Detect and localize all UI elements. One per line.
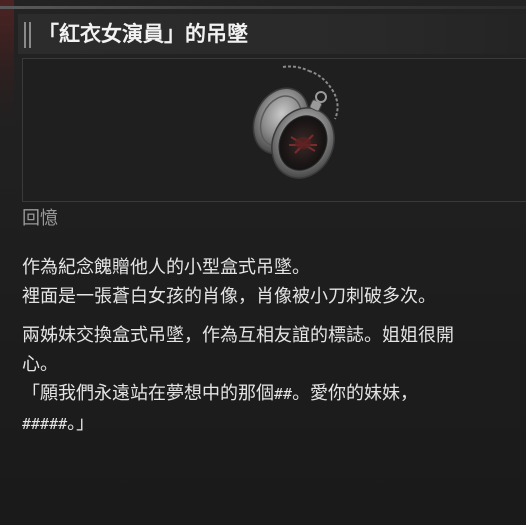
- quote-text: 「願我們永遠站在夢想中的那個: [22, 383, 274, 404]
- quote-text: 。」: [67, 413, 95, 434]
- decorative-streak: [0, 0, 14, 120]
- quote-line: 「願我們永遠站在夢想中的那個##。愛你的妹妹，: [22, 379, 518, 409]
- item-image-frame: [22, 58, 526, 202]
- title-marker-icon: [24, 22, 34, 48]
- item-category: 回憶: [22, 208, 58, 229]
- item-detail-panel: 「紅衣女演員」的吊墜 回憶 作為紀念餽贈他人的小型盒式吊墜。 裡面是一張蒼白女孩…: [0, 0, 526, 525]
- description-line: 兩姊妹交換盒式吊墜，作為互相友誼的標誌。姐姐很開: [22, 325, 454, 346]
- quote-text: 。愛你的妹妹，: [292, 383, 419, 404]
- description-line: 心。: [22, 354, 58, 375]
- item-description: 作為紀念餽贈他人的小型盒式吊墜。 裡面是一張蒼白女孩的肖像，肖像被小刀刺破多次。…: [22, 253, 518, 439]
- censored-text: #####: [22, 415, 68, 433]
- top-divider: [0, 6, 526, 9]
- description-line: 裡面是一張蒼白女孩的肖像，肖像被小刀刺破多次。: [22, 286, 436, 307]
- description-line: 作為紀念餽贈他人的小型盒式吊墜。: [22, 257, 310, 278]
- quote-line: #####。」: [22, 409, 518, 439]
- censored-text: ##: [274, 385, 293, 403]
- title-bar: 「紅衣女演員」的吊墜: [18, 14, 526, 54]
- pocket-watch-locket-icon: [252, 65, 339, 179]
- item-title: 「紅衣女演員」的吊墜: [38, 21, 248, 46]
